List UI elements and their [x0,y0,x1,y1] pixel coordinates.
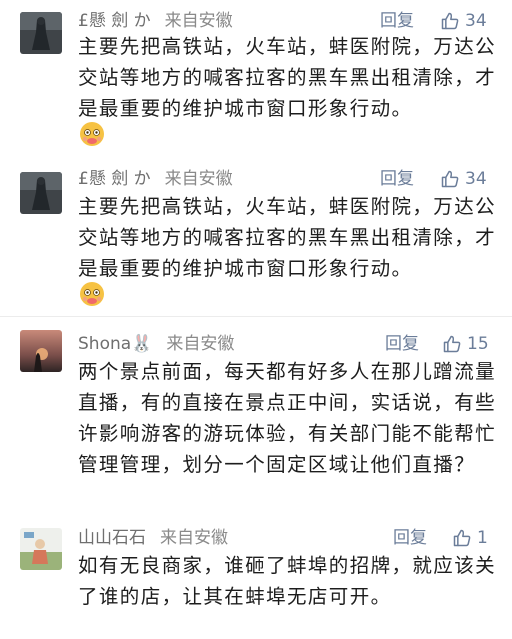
thumbs-up-icon [443,335,461,353]
comment-text: 主要先把高铁站，火车站，蚌医附院，万达公交站等地方的喊客拉客的黑车黑出租清除，才… [78,195,497,280]
avatar[interactable] [20,330,62,372]
comment-item: Shona🐰 来自安徽 回复 15 两个景点前面，每天都有好多人在那儿蹭流量直播，… [0,318,512,508]
location-label: 来自安徽 [160,528,228,548]
comment-meta: 山山石石 来自安徽 [78,525,228,551]
like-button[interactable]: 1 [452,525,488,551]
username[interactable]: 山山石石 [78,528,146,548]
reply-button[interactable]: 回复 [385,331,419,357]
emoji-icon [78,120,106,148]
avatar[interactable] [20,12,62,54]
comment-item: £懸 劍 か来自安徽 回复 34 主要先把高铁站，火车站，蚌医附院，万达公交站等… [0,0,512,160]
comment-meta: £懸 劍 か来自安徽 [78,166,233,192]
location-label: 来自安徽 [166,334,235,354]
comment-text: 两个景点前面，每天都有好多人在那儿蹭流量直播，有的直接在景点正中间，实话说，有些… [78,360,497,476]
username[interactable]: £懸 劍 か [78,11,151,31]
location-label: 来自安徽 [164,169,233,189]
comment-meta: Shona🐰 来自安徽 [78,331,234,357]
like-button[interactable]: 34 [440,166,487,192]
location-label: 来自安徽 [164,11,233,31]
reply-button[interactable]: 回复 [393,525,427,551]
like-count: 1 [477,528,488,548]
comment-item: 山山石石 来自安徽 回复 1 如有无良商家，谁砸了蚌埠的招牌，就应该关了谁的店，让… [0,516,512,639]
emoji-icon [78,280,106,308]
comment-item: £懸 劍 か来自安徽 回复 34 主要先把高铁站，火车站，蚌医附院，万达公交站等… [0,160,512,310]
divider [0,316,512,317]
reply-button[interactable]: 回复 [380,166,414,192]
comment-text: 如有无良商家，谁砸了蚌埠的招牌，就应该关了谁的店，让其在蚌埠无店可开。 [78,554,497,608]
username[interactable]: £懸 劍 か [78,169,151,189]
thumbs-up-icon [453,529,471,547]
thumbs-up-icon [441,12,459,30]
like-count: 15 [467,334,489,354]
comment-text: 主要先把高铁站，火车站，蚌医附院，万达公交站等地方的喊客拉客的黑车黑出租清除，才… [78,35,497,120]
avatar[interactable] [20,528,62,570]
like-count: 34 [465,169,487,189]
avatar[interactable] [20,172,62,214]
username[interactable]: Shona🐰 [78,334,152,354]
thumbs-up-icon [441,170,459,188]
like-button[interactable]: 15 [442,331,489,357]
